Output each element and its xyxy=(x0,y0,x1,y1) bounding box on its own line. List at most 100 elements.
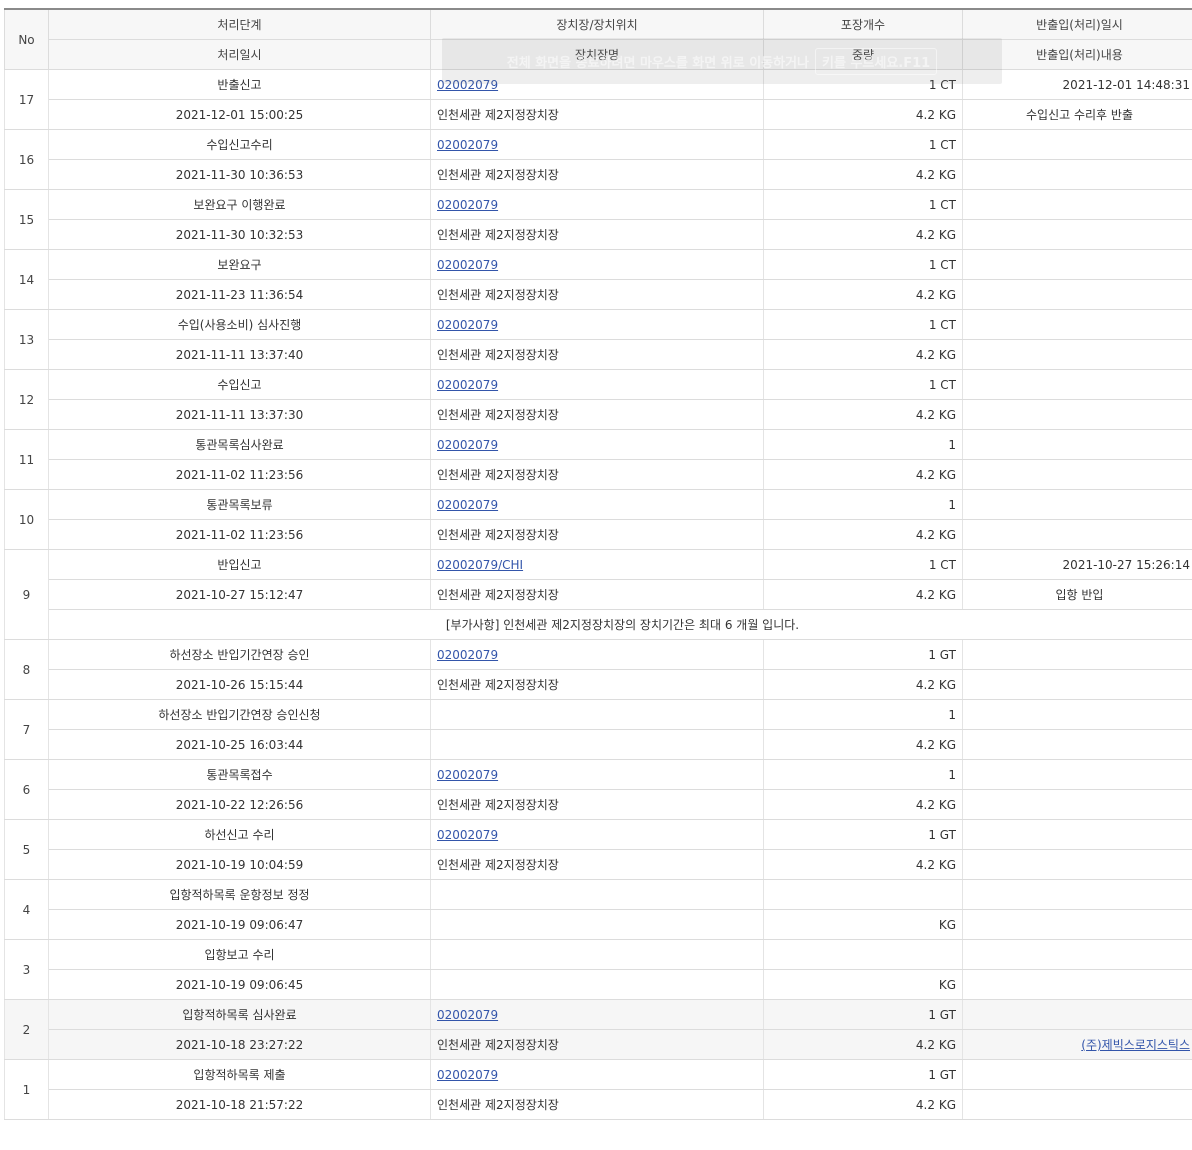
stage-cell: 수입신고 xyxy=(48,369,431,400)
location-code-cell: 02002079 xyxy=(430,639,764,670)
location-code-cell: 02002079 xyxy=(430,309,764,340)
io-content-cell xyxy=(962,669,1192,700)
io-content-cell xyxy=(962,279,1192,310)
io-content-cell xyxy=(962,789,1192,820)
table-row: 2021-10-27 15:12:47 인천세관 제2지정장치장 4.2 KG … xyxy=(5,579,1192,610)
location-code-link[interactable]: 02002079/CHI xyxy=(437,558,523,572)
stage-cell: 하선장소 반입기간연장 승인신청 xyxy=(48,699,431,730)
io-datetime-cell xyxy=(962,699,1192,730)
date-cell: 2021-11-30 10:36:53 xyxy=(48,159,431,190)
location-name-cell xyxy=(430,969,764,1000)
io-datetime-cell xyxy=(962,939,1192,970)
weight-cell: 4.2 KG xyxy=(763,339,963,370)
stage-cell: 반출신고 xyxy=(48,69,431,100)
table-row: 4 입항적하목록 운항정보 정정 xyxy=(4,879,1192,940)
record-no: 10 xyxy=(4,489,49,550)
count-cell: 1 xyxy=(763,699,963,730)
stage-cell: 하선장소 반입기간연장 승인 xyxy=(48,639,431,670)
io-datetime-cell xyxy=(962,999,1192,1030)
location-name-cell: 인천세관 제2지정장치장 xyxy=(430,849,764,880)
weight-cell: 4.2 KG xyxy=(763,219,963,250)
location-name-cell: 인천세관 제2지정장치장 xyxy=(430,159,764,190)
stage-cell: 입항적하목록 운항정보 정정 xyxy=(48,879,431,910)
count-cell: 1 xyxy=(763,759,963,790)
io-content-cell xyxy=(962,729,1192,760)
header-io-datetime: 반출입(처리)일시 xyxy=(962,8,1192,40)
io-content-cell xyxy=(962,459,1192,490)
io-datetime-cell xyxy=(962,879,1192,910)
location-code-link[interactable]: 02002079 xyxy=(437,78,498,92)
location-code-link[interactable]: 02002079 xyxy=(437,498,498,512)
location-code-cell: 02002079 xyxy=(430,189,764,220)
table-row: 16 수입신고수리 02002079 1 CT xyxy=(4,129,1192,190)
location-code-cell: 02002079 xyxy=(430,759,764,790)
location-name-cell: 인천세관 제2지정장치장 xyxy=(430,459,764,490)
io-datetime-cell xyxy=(962,759,1192,790)
location-code-link[interactable]: 02002079 xyxy=(437,1068,498,1082)
location-code-cell: 02002079 xyxy=(430,249,764,280)
date-cell: 2021-10-19 10:04:59 xyxy=(48,849,431,880)
location-code-cell xyxy=(430,699,764,730)
count-cell: 1 GT xyxy=(763,819,963,850)
table-row: 2021-11-11 13:37:40 인천세관 제2지정장치장 4.2 KG xyxy=(5,339,1192,370)
date-cell: 2021-10-25 16:03:44 xyxy=(48,729,431,760)
location-code-link[interactable]: 02002079 xyxy=(437,648,498,662)
io-datetime-cell xyxy=(962,309,1192,340)
weight-cell: KG xyxy=(763,909,963,940)
weight-cell: 4.2 KG xyxy=(763,1029,963,1060)
table-row: 2021-10-19 09:06:47 KG xyxy=(5,909,1192,940)
table-row: 2021-11-30 10:36:53 인천세관 제2지정장치장 4.2 KG xyxy=(5,159,1192,190)
date-cell: 2021-10-19 09:06:47 xyxy=(48,909,431,940)
count-cell: 1 GT xyxy=(763,1059,963,1090)
header-stage: 처리단계 xyxy=(48,8,431,40)
stage-cell: 통관목록접수 xyxy=(48,759,431,790)
location-name-cell: 인천세관 제2지정장치장 xyxy=(430,1089,764,1120)
record-no: 15 xyxy=(4,189,49,250)
location-name-cell: 인천세관 제2지정장치장 xyxy=(430,669,764,700)
location-code-cell: 02002079 xyxy=(430,489,764,520)
io-content-cell xyxy=(962,399,1192,430)
stage-cell: 하선신고 수리 xyxy=(48,819,431,850)
header-count: 포장개수 xyxy=(763,8,963,40)
note-row: [부가사항] 인천세관 제2지정장치장의 장치기간은 최대 6 개월 입니다. xyxy=(5,609,1192,640)
company-link[interactable]: (주)제빅스로지스틱스 xyxy=(1081,1038,1190,1052)
location-code-cell: 02002079 xyxy=(430,69,764,100)
location-name-cell: 인천세관 제2지정장치장 xyxy=(430,399,764,430)
header-location-name: 장치장명 xyxy=(430,39,764,70)
date-cell: 2021-11-02 11:23:56 xyxy=(48,519,431,550)
io-content-cell: 입항 반입 xyxy=(962,579,1192,610)
location-code-link[interactable]: 02002079 xyxy=(437,138,498,152)
date-cell: 2021-10-18 23:27:22 xyxy=(48,1029,431,1060)
io-datetime-cell xyxy=(962,129,1192,160)
record-no: 17 xyxy=(4,69,49,130)
table-row: 8 하선장소 반입기간연장 승인 02002079 1 GT xyxy=(4,639,1192,700)
stage-cell: 보완요구 xyxy=(48,249,431,280)
io-content-cell xyxy=(962,849,1192,880)
table-row: 7 하선장소 반입기간연장 승인신청 1 xyxy=(4,699,1192,760)
table-row: 2021-10-18 21:57:22 인천세관 제2지정장치장 4.2 KG xyxy=(5,1089,1192,1120)
stage-cell: 통관목록보류 xyxy=(48,489,431,520)
location-name-cell: 인천세관 제2지정장치장 xyxy=(430,1029,764,1060)
count-cell: 1 CT xyxy=(763,69,963,100)
location-code-link[interactable]: 02002079 xyxy=(437,258,498,272)
location-name-cell: 인천세관 제2지정장치장 xyxy=(430,219,764,250)
count-cell: 1 xyxy=(763,429,963,460)
table-row: 13 수입(사용소비) 심사진행 02002079 1 CT xyxy=(4,309,1192,370)
table-row: 11 통관목록심사완료 02002079 1 xyxy=(4,429,1192,490)
date-cell: 2021-11-02 11:23:56 xyxy=(48,459,431,490)
record-no: 14 xyxy=(4,249,49,310)
location-code-cell: 02002079 xyxy=(430,1059,764,1090)
location-code-link[interactable]: 02002079 xyxy=(437,1008,498,1022)
location-code-link[interactable]: 02002079 xyxy=(437,768,498,782)
location-code-cell: 02002079 xyxy=(430,129,764,160)
table-row: 2021-10-18 23:27:22 인천세관 제2지정장치장 4.2 KG … xyxy=(5,1029,1192,1060)
location-code-link[interactable]: 02002079 xyxy=(437,438,498,452)
location-code-link[interactable]: 02002079 xyxy=(437,378,498,392)
weight-cell: 4.2 KG xyxy=(763,279,963,310)
location-code-link[interactable]: 02002079 xyxy=(437,198,498,212)
weight-cell: 4.2 KG xyxy=(763,519,963,550)
weight-cell: 4.2 KG xyxy=(763,849,963,880)
date-cell: 2021-11-23 11:36:54 xyxy=(48,279,431,310)
location-code-link[interactable]: 02002079 xyxy=(437,828,498,842)
location-code-link[interactable]: 02002079 xyxy=(437,318,498,332)
